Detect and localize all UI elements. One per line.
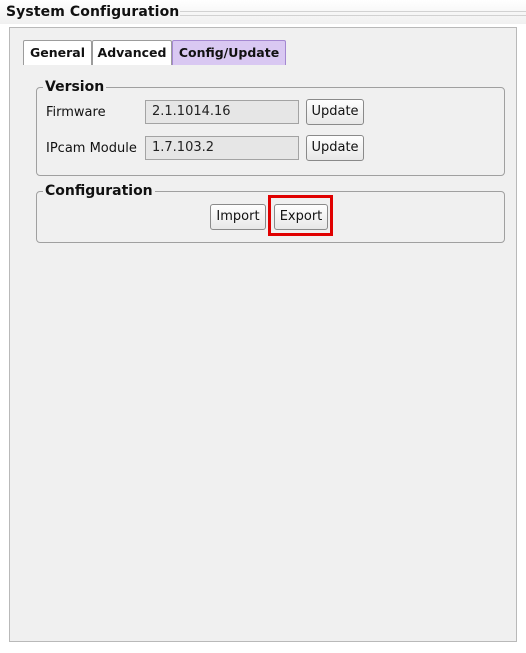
ipcam-module-version-field: 1.7.103.2 [145, 136, 299, 160]
title-bar: System Configuration [0, 0, 526, 24]
tab-config-update[interactable]: Config/Update [172, 40, 286, 65]
ipcam-module-update-button[interactable]: Update [306, 135, 364, 161]
window-title: System Configuration [6, 4, 180, 20]
tab-advanced[interactable]: Advanced [92, 40, 172, 65]
configuration-group-title: Configuration [43, 182, 155, 200]
firmware-version-field: 2.1.1014.16 [145, 100, 299, 124]
ipcam-module-label: IPcam Module [46, 141, 137, 156]
import-button[interactable]: Import [210, 204, 266, 230]
system-configuration-window: System Configuration General Advanced Co… [0, 0, 526, 653]
title-divider [180, 11, 526, 16]
firmware-label: Firmware [46, 105, 106, 120]
export-highlight-box [268, 195, 333, 236]
tab-general[interactable]: General [23, 40, 92, 65]
version-group-title: Version [43, 78, 107, 96]
firmware-update-button[interactable]: Update [306, 99, 364, 125]
